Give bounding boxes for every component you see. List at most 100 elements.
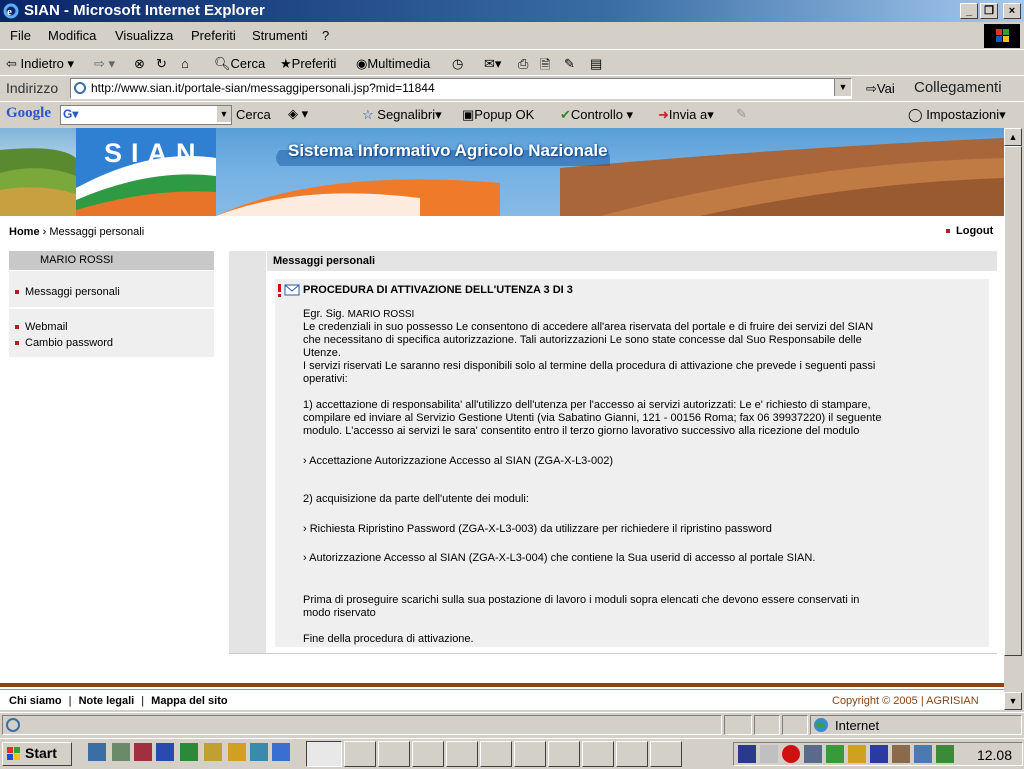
google-logo: Google [6,105,51,121]
task-folder-button[interactable] [616,741,648,767]
tray-icon[interactable] [826,745,844,763]
links-button[interactable]: Collegamenti [914,79,1002,96]
refresh-icon[interactable]: ↻ [156,56,167,72]
menu-file[interactable]: File [10,28,31,43]
task-word-button[interactable] [650,741,682,767]
breadcrumb-home-link[interactable]: Home [9,226,40,238]
download-link-password-reset[interactable]: › Richiesta Ripristino Password (ZGA-X-L… [303,523,772,536]
link-label: Richiesta Ripristino Password (ZGA-X-L3-… [309,523,772,535]
tray-icon[interactable] [892,745,910,763]
history-icon[interactable]: ◷ [452,56,463,72]
forward-button[interactable]: ⇨ ▾ [94,56,115,72]
tray-icon[interactable] [782,745,800,763]
tray-icon[interactable] [936,745,954,763]
task-folder-button[interactable] [378,741,410,767]
scroll-up-icon[interactable]: ▲ [1004,128,1022,146]
urgent-mail-icon [278,284,300,297]
task-ie-button[interactable] [306,741,342,767]
print-icon[interactable]: ⎙ [518,56,528,72]
sidebar-item-webmail[interactable]: Webmail [15,321,68,333]
menu-favorites[interactable]: Preferiti [191,28,236,43]
popup-blocker-button[interactable]: ▣Popup OK [462,107,534,123]
task-excel-button[interactable] [582,741,614,767]
scroll-down-icon[interactable]: ▼ [1004,692,1022,710]
message-greeting: Egr. Sig. MARIO ROSSI [303,308,414,321]
quicklaunch-icon[interactable] [88,743,106,761]
clock[interactable]: 12.08 [977,747,1012,763]
task-button[interactable] [344,741,376,767]
bookmarks-button[interactable]: ☆ Segnalibri▾ [362,107,442,123]
tray-icon[interactable] [738,745,756,763]
sidebar-group-messages: Messaggi personali [9,271,214,307]
go-button[interactable]: ⇨Vai [866,81,895,97]
send-to-button[interactable]: ➜Invia a▾ [658,107,714,123]
link-label: Autorizzazione Accesso al SIAN (ZGA-X-L3… [309,552,816,564]
google-toolbar: Google G▾ ▼ Cerca ◈ ▾ ☆ Segnalibri▾ ▣Pop… [0,101,1024,128]
discuss-icon[interactable]: ▤ [590,56,602,72]
google-dropdown-icon[interactable]: ▼ [217,106,231,122]
quicklaunch-icon[interactable] [250,743,268,761]
scroll-thumb[interactable] [1004,146,1022,656]
status-pane [724,715,752,735]
start-button[interactable]: Start [2,742,72,766]
media-button[interactable]: ◉Multimedia [356,56,430,72]
logout-link[interactable]: Logout [946,225,993,237]
message-line: operativi: [303,373,348,385]
address-dropdown-icon[interactable]: ▼ [834,79,851,96]
highlight-icon[interactable]: ✎ [736,106,747,122]
menu-view[interactable]: Visualizza [115,28,173,43]
settings-button[interactable]: ◯ Impostazioni▾ [908,107,1006,123]
task-folder-button[interactable] [412,741,444,767]
antivirus-icon[interactable] [870,745,888,763]
maximize-button[interactable]: ❐ [980,3,998,19]
minimize-button[interactable]: _ [960,3,978,19]
quicklaunch-icon[interactable] [112,743,130,761]
volume-icon[interactable] [760,745,778,763]
ie-quicklaunch-icon[interactable] [272,743,290,761]
news-icon[interactable]: ◈ ▾ [288,106,308,122]
google-search-button[interactable]: Cerca [236,107,271,122]
home-icon[interactable]: ⌂ [181,56,189,71]
quicklaunch-icon[interactable] [228,743,246,761]
mail-icon[interactable]: ✉▾ [484,56,501,72]
word-icon[interactable] [156,743,174,761]
close-button[interactable]: × [1003,3,1021,19]
stop-icon[interactable]: ⊗ [134,56,145,72]
tray-icon[interactable] [914,745,932,763]
task-folder-button[interactable] [514,741,546,767]
send-icon: ➜ [658,107,669,122]
footer-link-legal[interactable]: Note legali [79,695,135,707]
favorites-button[interactable]: ★Preferiti [280,56,336,72]
menu-tools[interactable]: Strumenti [252,28,308,43]
footer-link-about[interactable]: Chi siamo [9,695,62,707]
svg-text:e: e [7,6,12,18]
search-button[interactable]: 🔍︎Cerca [214,56,265,72]
google-search-input[interactable]: G▾ ▼ [60,105,232,125]
download-link-acceptance[interactable]: › Accettazione Autorizzazione Accesso al… [303,455,613,468]
recipient-name: MARIO ROSSI [347,309,415,320]
network-icon[interactable] [804,745,822,763]
user-name-box: MARIO ROSSI [9,251,214,270]
tray-icon[interactable] [848,745,866,763]
download-link-authorization[interactable]: › Autorizzazione Accesso al SIAN (ZGA-X-… [303,552,815,565]
quicklaunch-icon[interactable] [204,743,222,761]
task-button[interactable] [548,741,580,767]
footer-link-sitemap[interactable]: Mappa del sito [151,695,227,707]
sidebar-item-change-password[interactable]: Cambio password [15,337,113,349]
task-excel-button[interactable] [446,741,478,767]
task-excel-button[interactable] [480,741,512,767]
address-url: http://www.sian.it/portale-sian/messaggi… [91,81,435,95]
menu-edit[interactable]: Modifica [48,28,96,43]
menu-help[interactable]: ? [322,28,329,43]
address-input[interactable]: http://www.sian.it/portale-sian/messaggi… [70,78,852,99]
excel-icon[interactable] [180,743,198,761]
edit-icon[interactable]: ✎ [564,56,575,72]
vertical-scrollbar[interactable]: ▲ ▼ [1004,128,1022,710]
favorites-label: Preferiti [291,56,337,71]
back-button[interactable]: ⇦ Indietro ▾ [6,56,74,72]
spellcheck-button[interactable]: ✔Controllo ▾ [560,107,633,123]
chevron-right-icon: › [42,226,47,238]
sidebar-item-messages[interactable]: Messaggi personali [15,286,120,298]
check-icon: ✔ [560,107,571,122]
quicklaunch-icon[interactable] [134,743,152,761]
